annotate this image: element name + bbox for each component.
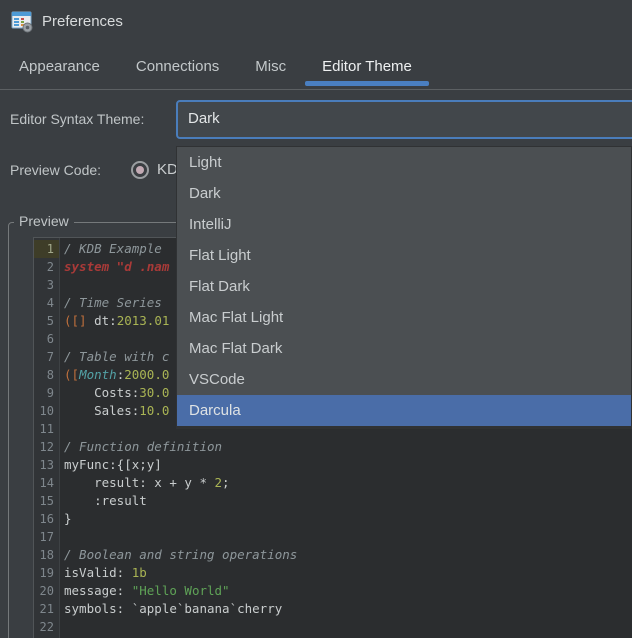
theme-dropdown-popup: Light Dark IntelliJ Flat Light Flat Dark Mac …: [176, 146, 632, 429]
line-number: 9: [46, 386, 54, 400]
dropdown-option-flat-dark[interactable]: Flat Dark: [177, 271, 631, 302]
dropdown-option-mac-flat-dark[interactable]: Mac Flat Dark: [177, 333, 631, 364]
dropdown-option-dark[interactable]: Dark: [177, 178, 631, 209]
window-titlebar: Preferences: [0, 0, 632, 44]
dropdown-option-intellij[interactable]: IntelliJ: [177, 209, 631, 240]
line-number: 22: [39, 620, 54, 634]
line-number: 6: [46, 332, 54, 346]
dropdown-option-darcula[interactable]: Darcula: [177, 395, 631, 426]
line-number: 20: [39, 584, 54, 598]
editor-gutter: 1 2 3 4 5 6 7 8 9 10 11 12 13 14 15 16 17 18 19 20 21 22: [34, 238, 60, 638]
line-number: 18: [39, 548, 54, 562]
tab-editor-theme[interactable]: Editor Theme: [305, 44, 429, 89]
line-number: 10: [39, 404, 54, 418]
preview-code-label: Preview Code:: [10, 162, 102, 178]
editor-syntax-theme-label: Editor Syntax Theme:: [10, 111, 145, 127]
window-title: Preferences: [42, 13, 123, 30]
tab-connections[interactable]: Connections: [136, 44, 219, 89]
tab-bar: Appearance Connections Misc Editor Theme: [0, 44, 632, 90]
preview-group-label: Preview: [14, 213, 74, 229]
editor-syntax-theme-select[interactable]: Dark: [176, 100, 632, 139]
dropdown-option-vscode[interactable]: VSCode: [177, 364, 631, 395]
line-number: 17: [39, 530, 54, 544]
line-number: 16: [39, 512, 54, 526]
code-line: :result: [64, 493, 147, 508]
code-line: message: "Hello World": [64, 583, 230, 598]
dropdown-option-mac-flat-light[interactable]: Mac Flat Light: [177, 302, 631, 333]
line-number: 12: [39, 440, 54, 454]
line-number: 19: [39, 566, 54, 580]
line-number: 11: [39, 422, 54, 436]
dropdown-option-flat-light[interactable]: Flat Light: [177, 240, 631, 271]
preferences-window-icon: [11, 11, 33, 33]
line-number: 1: [34, 240, 59, 258]
line-number: 8: [46, 368, 54, 382]
line-number: 3: [46, 278, 54, 292]
line-number: 5: [46, 314, 54, 328]
code-line: myFunc:{[x;y]: [64, 457, 162, 472]
line-number: 4: [46, 296, 54, 310]
code-line: isValid: 1b: [64, 565, 147, 580]
code-line: / Boolean and string operations: [64, 547, 298, 562]
line-number: 14: [39, 476, 54, 490]
line-number: 2: [46, 260, 54, 274]
tab-misc[interactable]: Misc: [255, 44, 286, 89]
selected-theme-value: Dark: [188, 110, 220, 127]
tab-appearance[interactable]: Appearance: [19, 44, 100, 89]
code-line: symbols: `apple`banana`cherry: [64, 601, 283, 616]
line-number: 15: [39, 494, 54, 508]
line-number: 13: [39, 458, 54, 472]
kdb-radio-button[interactable]: [131, 161, 149, 179]
code-line: result: x + y * 2;: [64, 475, 230, 490]
code-line: / Function definition: [64, 439, 223, 454]
line-number: 7: [46, 350, 54, 364]
code-line: }: [64, 511, 72, 526]
line-number: 21: [39, 602, 54, 616]
dropdown-option-light[interactable]: Light: [177, 147, 631, 178]
